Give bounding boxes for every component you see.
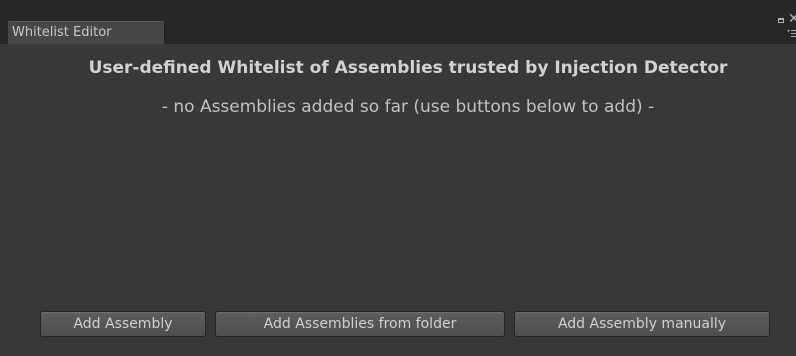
tab-whitelist-editor[interactable]: Whitelist Editor [8, 21, 165, 44]
tab-strip: Whitelist Editor ✕ [0, 0, 796, 44]
add-assembly-button[interactable]: Add Assembly [40, 311, 206, 337]
menu-icon[interactable] [787, 29, 796, 37]
close-icon[interactable]: ✕ [788, 12, 796, 26]
add-assembly-manually-button[interactable]: Add Assembly manually [514, 311, 770, 337]
tab-label: Whitelist Editor [12, 25, 112, 40]
maximize-icon[interactable] [778, 18, 784, 23]
panel-title: User-defined Whitelist of Assemblies tru… [88, 58, 728, 78]
whitelist-editor-window: Whitelist Editor ✕ User-defined Whitelis… [0, 0, 796, 356]
empty-list-message: - no Assemblies added so far (use button… [161, 97, 655, 117]
add-assemblies-from-folder-button[interactable]: Add Assemblies from folder [215, 311, 505, 337]
window-controls: ✕ [756, 10, 796, 44]
